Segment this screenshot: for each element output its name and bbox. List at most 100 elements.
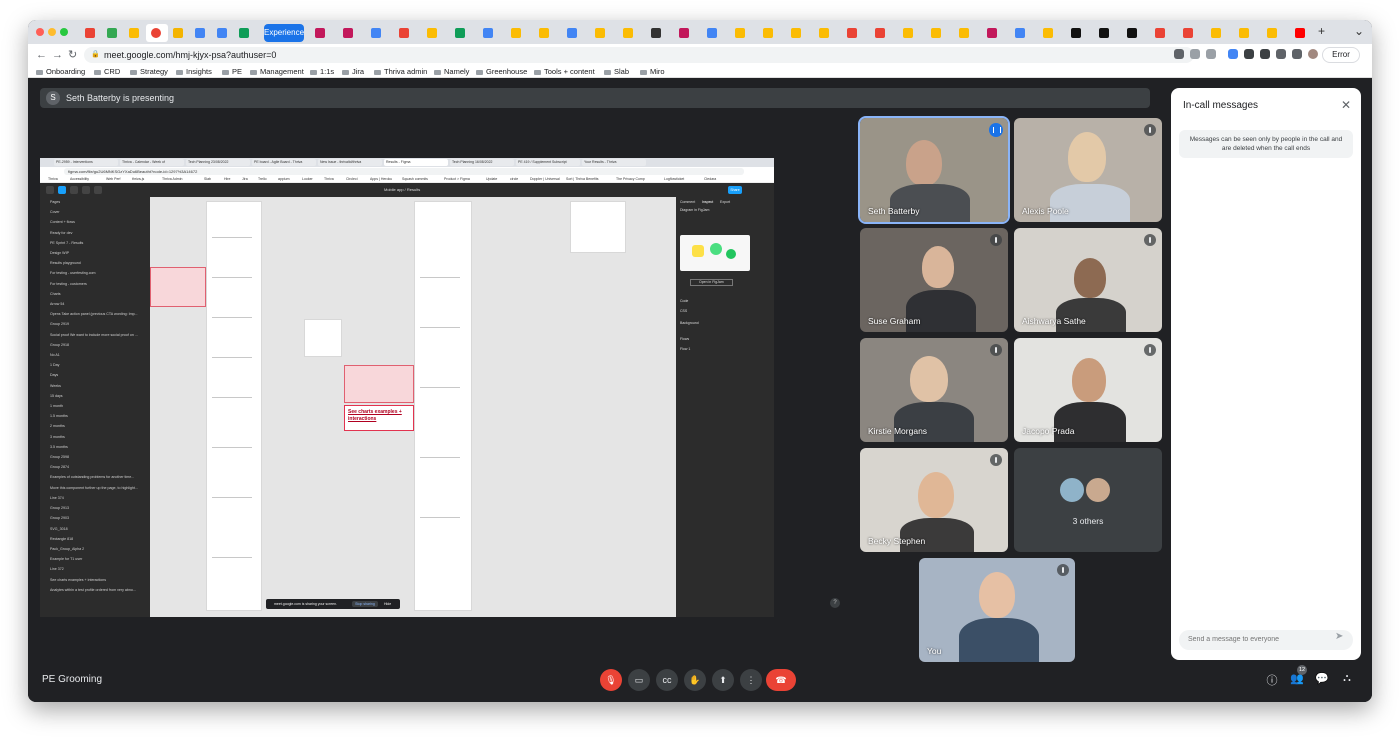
browser-tab[interactable] [1038, 24, 1060, 42]
extension-icon[interactable] [1260, 49, 1270, 59]
help-icon[interactable]: ? [830, 598, 840, 608]
message-input[interactable] [1179, 630, 1353, 650]
browser-tab[interactable] [102, 24, 124, 42]
activities-icon[interactable]: ⛬ [1340, 672, 1354, 685]
profile-error-button[interactable]: Error [1322, 47, 1360, 63]
raise-hand-button[interactable]: ✋ [684, 669, 706, 691]
bookmark-item[interactable]: Insights [176, 66, 212, 78]
chat-icon[interactable]: 💬 [1315, 672, 1329, 685]
close-icon[interactable]: ✕ [1341, 98, 1351, 112]
bookmark-star-icon[interactable] [1206, 49, 1216, 59]
browser-tab[interactable] [842, 24, 864, 42]
participant-tile[interactable]: Suse Graham [860, 228, 1008, 332]
browser-tab[interactable] [758, 24, 780, 42]
bookmark-item[interactable]: Strategy [130, 66, 168, 78]
browser-tab[interactable] [212, 24, 234, 42]
bookmark-item[interactable]: Tools + content [534, 66, 595, 78]
bookmark-item[interactable]: Onboarding [36, 66, 85, 78]
bookmark-item[interactable]: Jira [342, 66, 364, 78]
maximize-window-icon[interactable] [60, 28, 68, 36]
participant-tile[interactable]: Kirstie Morgans [860, 338, 1008, 442]
forward-icon[interactable]: → [52, 48, 63, 62]
tab-search-icon[interactable]: ⌄ [1354, 24, 1364, 38]
browser-tab[interactable] [478, 24, 500, 42]
participant-tile[interactable]: Aishwarya Sathe [1014, 228, 1162, 332]
address-bar[interactable]: 🔒 meet.google.com/hmj-kjyx-psa?authuser=… [84, 47, 1194, 63]
browser-tab[interactable] [1094, 24, 1116, 42]
bookmark-item[interactable]: CRD [94, 66, 120, 78]
browser-tab[interactable] [450, 24, 472, 42]
browser-tab[interactable] [674, 24, 696, 42]
bookmark-item[interactable]: Namely [434, 66, 469, 78]
bookmark-item[interactable]: Miro [640, 66, 665, 78]
bookmark-item[interactable]: 1:1s [310, 66, 334, 78]
browser-tab[interactable] [1150, 24, 1172, 42]
browser-tab[interactable] [814, 24, 836, 42]
self-tile[interactable]: You [919, 558, 1075, 662]
present-button[interactable]: ⬆ [712, 669, 734, 691]
browser-tab[interactable] [1178, 24, 1200, 42]
puzzle-icon[interactable] [1276, 49, 1286, 59]
more-options-button[interactable]: ⋮ [740, 669, 762, 691]
send-icon[interactable]: ➤ [1335, 631, 1343, 642]
browser-tab[interactable] [926, 24, 948, 42]
browser-tab[interactable] [534, 24, 556, 42]
browser-tab[interactable] [954, 24, 976, 42]
close-window-icon[interactable] [36, 28, 44, 36]
captions-button[interactable]: cc [656, 669, 678, 691]
bookmark-item[interactable]: Greenhouse [476, 66, 527, 78]
participant-tile[interactable]: Jacopo Prada [1014, 338, 1162, 442]
browser-tab[interactable] [898, 24, 920, 42]
browser-tab[interactable] [168, 24, 190, 42]
browser-tab[interactable] [1066, 24, 1088, 42]
browser-tab[interactable] [190, 24, 212, 42]
others-tile[interactable]: 3 others [1014, 448, 1162, 552]
experience-tab[interactable]: Experience [264, 24, 304, 42]
participant-tile[interactable]: Seth Batterby [858, 116, 1010, 224]
meeting-details-icon[interactable]: ⓘ [1265, 672, 1279, 688]
bookmark-item[interactable]: Slab [604, 66, 629, 78]
browser-tab[interactable] [80, 24, 102, 42]
browser-tab[interactable] [310, 24, 332, 42]
new-tab-icon[interactable]: + [1318, 24, 1325, 38]
browser-tab[interactable] [870, 24, 892, 42]
browser-tab[interactable] [702, 24, 724, 42]
sidebar-icon[interactable] [1292, 49, 1302, 59]
browser-tab[interactable] [1290, 24, 1312, 42]
reload-icon[interactable]: ↻ [68, 48, 77, 62]
back-icon[interactable]: ← [36, 48, 47, 62]
browser-tab[interactable] [1234, 24, 1256, 42]
bookmark-item[interactable]: Thriva admin [374, 66, 427, 78]
browser-tab[interactable] [730, 24, 752, 42]
share-icon[interactable] [1190, 49, 1200, 59]
bookmark-item[interactable]: Management [250, 66, 304, 78]
browser-tab[interactable] [394, 24, 416, 42]
browser-tab[interactable] [1206, 24, 1228, 42]
browser-tab-active[interactable] [146, 24, 168, 42]
browser-tab[interactable] [338, 24, 360, 42]
extension-icon[interactable] [1244, 49, 1254, 59]
participant-tile[interactable]: Becky Stephen [860, 448, 1008, 552]
avatar[interactable] [1308, 49, 1318, 59]
leave-call-button[interactable]: ☎ [766, 669, 796, 691]
camera-icon[interactable] [1174, 49, 1184, 59]
extension-icon[interactable] [1228, 49, 1238, 59]
camera-button[interactable]: ▭ [628, 669, 650, 691]
browser-tab[interactable] [562, 24, 584, 42]
browser-tab[interactable] [1262, 24, 1284, 42]
browser-tab[interactable] [506, 24, 528, 42]
browser-tab[interactable] [366, 24, 388, 42]
browser-tab[interactable] [982, 24, 1004, 42]
browser-tab[interactable] [1122, 24, 1144, 42]
browser-tab[interactable] [234, 24, 256, 42]
browser-tab[interactable] [422, 24, 444, 42]
browser-tab[interactable] [618, 24, 640, 42]
bookmark-item[interactable]: PE [222, 66, 242, 78]
minimize-window-icon[interactable] [48, 28, 56, 36]
browser-tab[interactable] [646, 24, 668, 42]
microphone-off-button[interactable]: 🎙 [600, 669, 622, 691]
browser-tab[interactable] [590, 24, 612, 42]
browser-tab[interactable] [786, 24, 808, 42]
participant-tile[interactable]: Alexis Poole [1014, 118, 1162, 222]
browser-tab[interactable] [124, 24, 146, 42]
